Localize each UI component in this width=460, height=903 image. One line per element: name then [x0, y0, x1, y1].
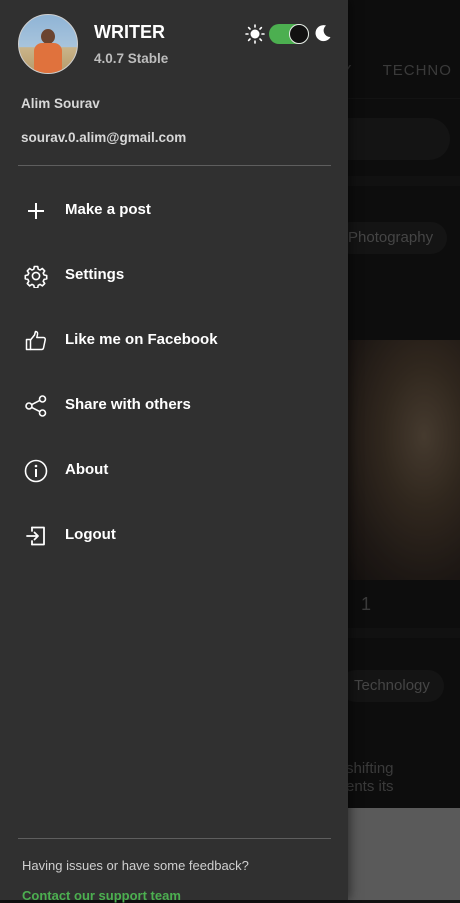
- sun-icon: [245, 24, 265, 44]
- menu-item-about[interactable]: About: [0, 445, 348, 497]
- navigation-drawer: WRITER 4.0.7 Stable Alim Sourav sourav.0…: [0, 0, 348, 903]
- moon-icon: [315, 25, 331, 42]
- share-icon: [25, 395, 47, 417]
- menu-item-make-post[interactable]: Make a post: [0, 185, 348, 237]
- theme-toggle[interactable]: [269, 24, 309, 44]
- menu-item-logout[interactable]: Logout: [0, 510, 348, 562]
- info-icon: [24, 459, 48, 483]
- toggle-knob: [289, 24, 309, 44]
- menu-item-label: Settings: [65, 266, 125, 283]
- divider: [18, 838, 331, 839]
- plus-icon: [28, 203, 44, 219]
- menu-item-like-facebook[interactable]: Like me on Facebook: [0, 315, 348, 367]
- avatar-shirt: [34, 43, 62, 73]
- avatar-head: [41, 29, 55, 44]
- menu-item-label: Logout: [65, 526, 116, 543]
- app-version: 4.0.7 Stable: [94, 51, 169, 66]
- user-email: sourav.0.alim@gmail.com: [21, 130, 187, 145]
- user-name: Alim Sourav: [21, 96, 100, 111]
- thumbs-up-icon: [25, 330, 47, 351]
- feedback-text: Having issues or have some feedback?: [22, 858, 249, 873]
- menu-item-share[interactable]: Share with others: [0, 380, 348, 432]
- menu-item-settings[interactable]: Settings: [0, 250, 348, 302]
- menu-item-label: Like me on Facebook: [65, 331, 218, 348]
- menu-item-label: Make a post: [65, 201, 151, 218]
- logout-icon: [26, 526, 45, 546]
- gear-icon: [24, 265, 48, 288]
- menu-item-label: Share with others: [65, 396, 191, 413]
- avatar[interactable]: [18, 14, 78, 74]
- divider: [18, 165, 331, 166]
- support-link[interactable]: Contact our support team: [22, 888, 181, 903]
- menu-item-label: About: [65, 461, 109, 478]
- app-title: WRITER: [94, 22, 165, 42]
